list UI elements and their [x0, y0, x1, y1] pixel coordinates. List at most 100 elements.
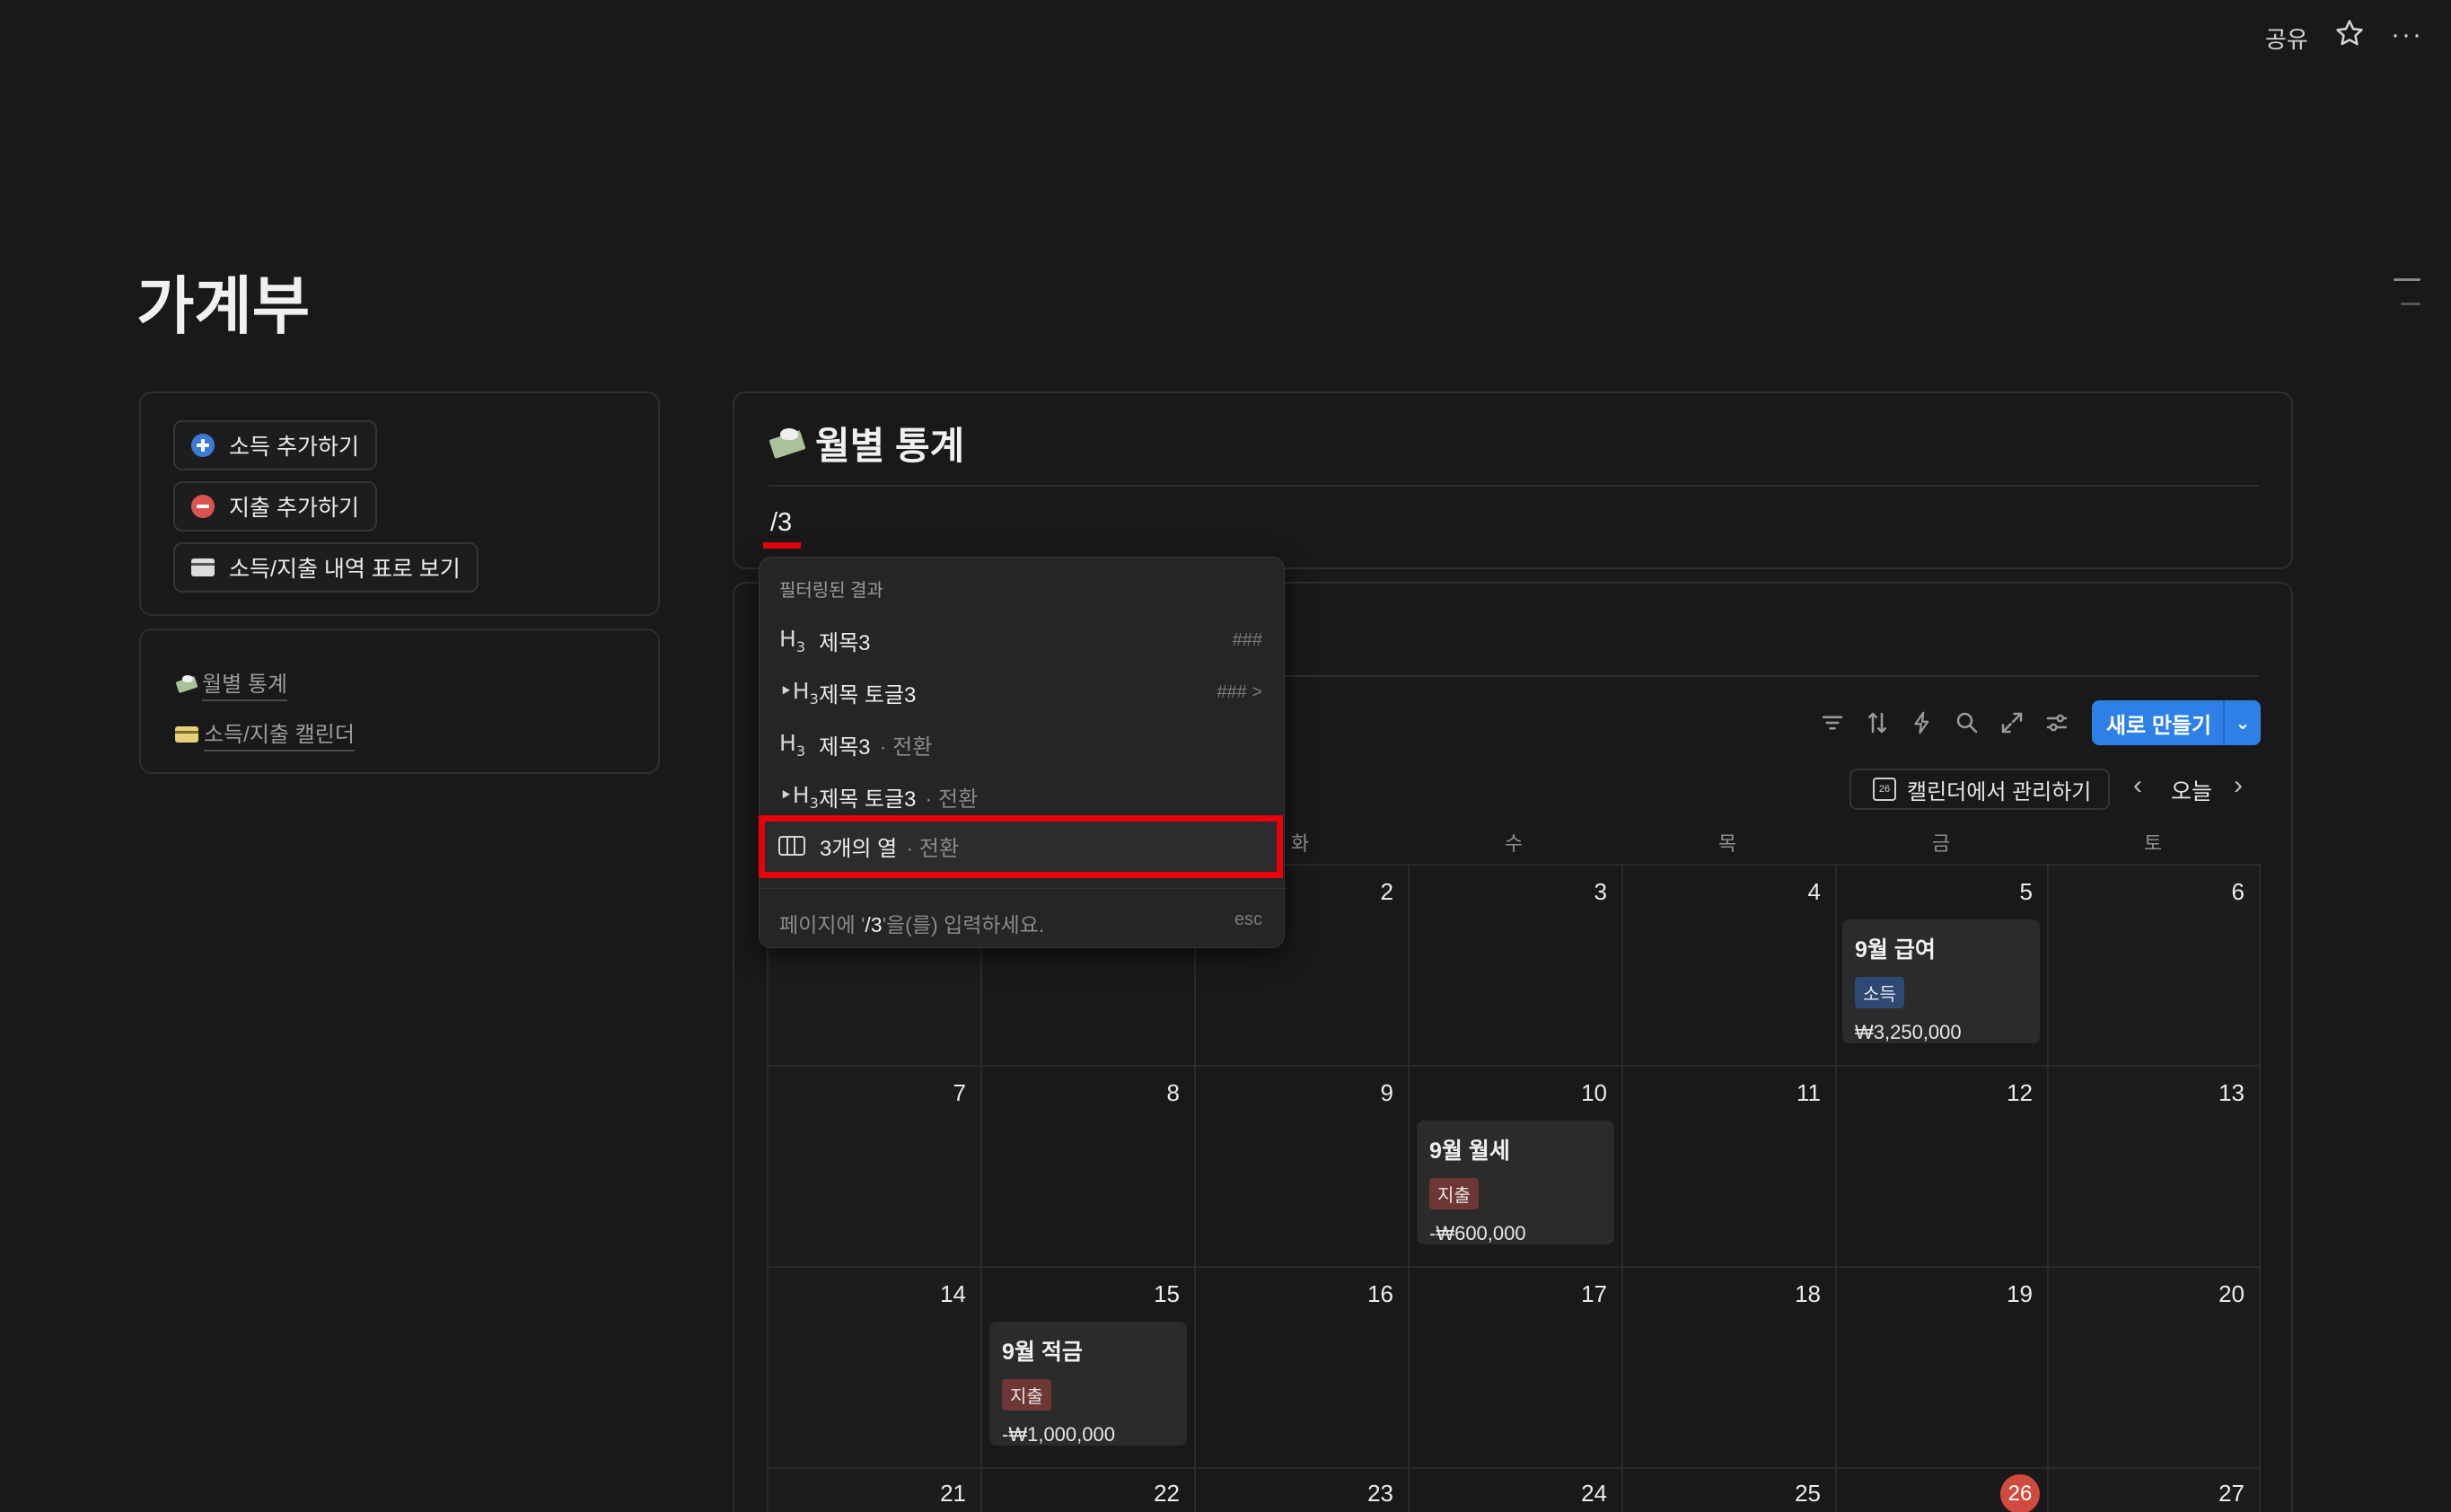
grid-line	[2259, 864, 2261, 1512]
menu-item-label: 제목3	[819, 630, 871, 655]
income-tag: 소득	[1855, 977, 1904, 1008]
day-number[interactable]: 4	[1767, 878, 1821, 906]
add-income-label: 소득 추가하기	[229, 435, 359, 460]
footer-query: /3	[865, 913, 883, 936]
money-wings-icon	[769, 426, 808, 461]
toc-link-label: 소득/지출 캘린더	[204, 716, 355, 752]
calendar-event[interactable]: 9월 월세 지출 -₩600,000	[1417, 1121, 1614, 1244]
search-icon[interactable]	[1954, 709, 1981, 736]
add-expense-button[interactable]: 지출 추가하기	[173, 481, 377, 532]
day-number[interactable]: 2	[1340, 878, 1393, 906]
slash-command-input[interactable]: /3	[770, 508, 792, 538]
day-number[interactable]: 3	[1553, 878, 1607, 906]
day-number[interactable]: 12	[1979, 1079, 2033, 1107]
event-title: 9월 급여	[1855, 937, 1936, 963]
esc-hint: esc	[1234, 910, 1262, 929]
menu-item-turn-into-heading3[interactable]: H3 제목3 · 전환	[760, 719, 1286, 769]
manage-in-calendar-button[interactable]: 26 캘린더에서 관리하기	[1849, 769, 2110, 810]
day-number[interactable]: 23	[1340, 1480, 1393, 1508]
view-table-label: 소득/지출 내역 표로 보기	[229, 557, 461, 582]
grid-line	[1194, 864, 1196, 1512]
day-number[interactable]: 5	[1979, 878, 2033, 906]
credit-card-icon	[175, 725, 198, 743]
day-number[interactable]: 9	[1340, 1079, 1393, 1107]
grid-line	[767, 1467, 2261, 1469]
menu-item-label: 제목 토글3	[819, 787, 917, 812]
expense-tag: 지출	[1002, 1379, 1051, 1411]
day-number[interactable]: 17	[1553, 1280, 1607, 1308]
expense-tag: 지출	[1429, 1178, 1479, 1209]
sort-icon[interactable]	[1864, 709, 1891, 736]
menu-item-hint: · 전환	[925, 787, 979, 812]
weekday-header: 목	[1717, 832, 1737, 855]
add-income-button[interactable]: 소득 추가하기	[173, 420, 377, 470]
view-table-button[interactable]: 소득/지출 내역 표로 보기	[173, 542, 479, 593]
day-number[interactable]: 10	[1553, 1079, 1607, 1107]
menu-item-3-columns[interactable]: 3개의 열 · 전환	[759, 821, 1285, 871]
menu-item-shortcut: ###	[1232, 629, 1262, 650]
day-number[interactable]: 22	[1126, 1480, 1180, 1508]
chevron-left-icon[interactable]: ‹	[2133, 770, 2142, 801]
menu-header: 필터링된 결과	[779, 581, 883, 601]
toc-link-calendar[interactable]: 소득/지출 캘린더	[175, 716, 355, 752]
today-button[interactable]: 오늘	[2171, 774, 2212, 806]
day-number[interactable]: 7	[912, 1079, 966, 1107]
day-number[interactable]: 18	[1767, 1280, 1821, 1308]
menu-footer[interactable]: 페이지에 '/3'을(를) 입력하세요.	[779, 908, 1044, 938]
toc-link-monthly-stats[interactable]: 월별 통계	[175, 666, 287, 701]
menu-item-heading3[interactable]: H3 제목3 ###	[760, 615, 1286, 665]
new-button[interactable]: 새로 만들기 ⌄	[2092, 700, 2261, 745]
day-number[interactable]: 13	[2191, 1079, 2245, 1107]
menu-item-shortcut: ### >	[1217, 681, 1262, 702]
day-number[interactable]: 16	[1340, 1280, 1393, 1308]
day-number[interactable]: 27	[2191, 1480, 2245, 1508]
day-number[interactable]: 21	[912, 1480, 966, 1508]
lightning-icon[interactable]	[1909, 709, 1936, 736]
event-amount: -₩1,000,000	[1002, 1423, 1115, 1446]
day-number[interactable]: 19	[1979, 1280, 2033, 1308]
menu-item-toggle-heading3[interactable]: ‣H3 제목 토글3 ### >	[760, 667, 1286, 717]
day-number[interactable]: 24	[1553, 1480, 1607, 1508]
heading3-icon: H3	[779, 729, 805, 760]
chevron-right-icon[interactable]: ›	[2234, 770, 2243, 801]
grid-line	[2047, 864, 2049, 1512]
more-icon[interactable]: ···	[2391, 20, 2423, 50]
weekend-column	[2049, 866, 2259, 1512]
manage-in-calendar-label: 캘린더에서 관리하기	[1907, 779, 2092, 804]
calendar-event[interactable]: 9월 적금 지출 -₩1,000,000	[989, 1322, 1187, 1446]
day-number[interactable]: 6	[2191, 878, 2245, 906]
money-wings-icon	[175, 674, 198, 694]
outline-toggle-icon[interactable]	[2394, 278, 2420, 327]
share-button[interactable]: 공유	[2265, 22, 2308, 55]
day-number[interactable]: 8	[1126, 1079, 1180, 1107]
slash-command-menu: 필터링된 결과 H3 제목3 ### ‣H3 제목 토글3 ### > H3 제…	[759, 557, 1286, 948]
settings-sliders-icon[interactable]	[2043, 709, 2070, 736]
menu-item-hint: · 전환	[879, 734, 933, 760]
menu-item-label: 제목 토글3	[819, 682, 917, 708]
grid-line	[1408, 864, 1410, 1512]
heading3-icon: H3	[779, 625, 805, 655]
chevron-down-icon[interactable]: ⌄	[2225, 712, 2261, 734]
day-number[interactable]: 20	[2191, 1280, 2245, 1308]
expand-icon[interactable]	[1999, 709, 2025, 736]
star-icon[interactable]	[2334, 18, 2365, 48]
footer-text: '을(를) 입력하세요.	[882, 913, 1045, 936]
menu-item-label: 제목3	[819, 734, 871, 760]
annotation-underline	[763, 542, 801, 549]
calendar-event[interactable]: 9월 급여 소득 ₩3,250,000	[1842, 919, 2040, 1043]
menu-item-turn-into-toggle-heading3[interactable]: ‣H3 제목 토글3 · 전환	[760, 771, 1286, 822]
filter-icon[interactable]	[1819, 709, 1846, 736]
today-date-badge[interactable]: 26	[2000, 1474, 2040, 1512]
day-number[interactable]: 15	[1126, 1280, 1180, 1308]
toggle-heading3-icon: ‣H3	[779, 677, 819, 708]
day-number[interactable]: 11	[1767, 1079, 1821, 1107]
minus-circle-icon	[191, 495, 215, 518]
event-amount: ₩3,250,000	[1855, 1021, 1962, 1043]
weekday-header: 금	[1931, 832, 1951, 855]
day-number[interactable]: 14	[912, 1280, 966, 1308]
grid-line	[1835, 864, 1837, 1512]
grid-line	[767, 1266, 2261, 1268]
weekday-header: 토	[2143, 832, 2163, 855]
day-number[interactable]: 25	[1767, 1480, 1821, 1508]
weekday-header: 수	[1504, 832, 1524, 855]
